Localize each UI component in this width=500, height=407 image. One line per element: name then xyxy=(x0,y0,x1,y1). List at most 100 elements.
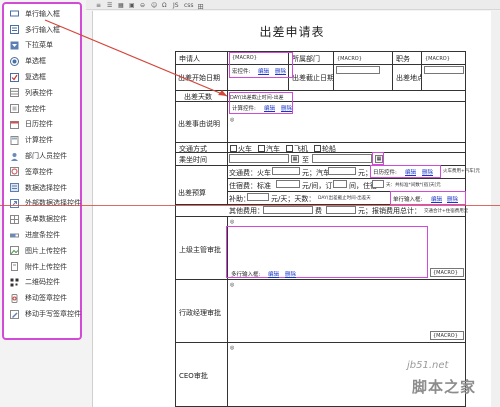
seal-icon xyxy=(10,167,19,177)
dropdown-icon xyxy=(10,41,19,50)
palette-item-single-line-input[interactable]: 单行输入框 xyxy=(4,6,80,22)
room-count-input[interactable] xyxy=(333,180,347,188)
reason-label: 出差事由说明 xyxy=(178,120,220,128)
palette-item-people[interactable]: 部门人员控件 xyxy=(4,148,80,164)
single-input-delete-link[interactable]: 删除 xyxy=(447,195,458,203)
editor-toolbar: ≡ ☰ ▦ ▣ ⊖ ☺ Ω JS css 田 xyxy=(86,0,500,11)
allowance-days-formula: DAY(出差截止时间-出差天 xyxy=(318,196,371,201)
external-data-icon xyxy=(10,198,19,208)
post-label-cell: 职务 xyxy=(392,51,422,65)
end-date-label: 出差截止日期 xyxy=(292,74,334,82)
allowance-rate-label: 元/天；天数： xyxy=(271,195,316,203)
js-button[interactable]: JS xyxy=(173,2,180,9)
page-title: 出差申请表 xyxy=(259,25,325,39)
checkbox-icon[interactable] xyxy=(230,145,237,152)
place-label-cell: 出差地点 xyxy=(392,64,424,91)
qrcode-icon xyxy=(10,278,19,287)
calendar-icon-highlight xyxy=(372,152,384,165)
end-label-cell: 出差截止日期 xyxy=(288,64,334,91)
radio-icon xyxy=(10,56,19,66)
grid-button[interactable]: 田 xyxy=(198,2,205,11)
train-fee-input[interactable] xyxy=(272,167,300,175)
list-format-icon[interactable]: ☰ xyxy=(107,2,114,9)
multi-input-delete-link[interactable]: 删除 xyxy=(285,270,296,278)
single-line-input-icon xyxy=(10,9,19,18)
palette-item-label: 计算控件 xyxy=(25,136,53,145)
stay-days-input[interactable] xyxy=(372,180,384,188)
palette-item-mobile-seal[interactable]: 移动签章控件 xyxy=(4,290,80,306)
palette-item-seal[interactable]: 签章控件 xyxy=(4,164,80,180)
single-input-edit-link[interactable]: 编辑 xyxy=(431,195,442,203)
lodging-rate-input[interactable] xyxy=(276,180,300,188)
traffic-fee-label: 交通费：火车 xyxy=(229,169,271,177)
palette-item-list[interactable]: 列表控件 xyxy=(4,85,80,101)
calendar-edit-link[interactable]: 编辑 xyxy=(405,168,416,176)
calc-delete-link[interactable]: 删除 xyxy=(281,104,292,112)
leader-approval-label: 上级主管审批 xyxy=(179,246,221,254)
link-icon[interactable]: ⊖ xyxy=(140,2,147,9)
palette-item-qrcode[interactable]: 二维码控件 xyxy=(4,275,80,291)
calendar-delete-link[interactable]: 删除 xyxy=(422,168,433,176)
start-date-label: 出差开始日期 xyxy=(178,74,220,82)
vertical-scrollbar[interactable] xyxy=(491,11,500,407)
dept-value-cell: {MACRO} xyxy=(333,51,393,65)
fee-label: 费 xyxy=(315,207,322,215)
palette-item-label: 单行输入框 xyxy=(25,9,60,18)
palette-item-image-upload[interactable]: 图片上传控件 xyxy=(4,243,80,259)
palette-item-label: 数据选择控件 xyxy=(25,183,67,192)
leader-macro-box: {MACRO} xyxy=(430,268,464,277)
emoticon-icon[interactable]: ☺ xyxy=(151,2,158,9)
special-char-button[interactable]: Ω xyxy=(162,2,169,9)
checkbox-icon[interactable] xyxy=(314,145,321,152)
macro-delete-link[interactable]: 删除 xyxy=(275,67,286,75)
dept-label: 所属部门 xyxy=(292,55,320,63)
calendar-control-label: 日历控件: xyxy=(373,170,397,176)
other-fee-amount-input[interactable] xyxy=(326,206,356,214)
palette-item-radio[interactable]: 单选框 xyxy=(4,53,80,69)
ticket-label-cell: 乘坐时间 xyxy=(175,152,228,166)
palette-item-macro[interactable]: 宏控件 xyxy=(4,101,80,117)
image-icon[interactable]: ▣ xyxy=(129,2,136,9)
mobile-seal-icon xyxy=(10,293,19,303)
total-label: 元；报销费用总计： xyxy=(358,207,421,215)
palette-item-attachment[interactable]: 附件上传控件 xyxy=(4,259,80,275)
palette-item-calculator[interactable]: 计算控件 xyxy=(4,132,80,148)
table-icon[interactable]: ▦ xyxy=(118,2,125,9)
macro-edit-link[interactable]: 编辑 xyxy=(258,67,269,75)
leader-macro: {MACRO} xyxy=(433,270,458,276)
post-macro: {MACRO} xyxy=(425,56,450,62)
calendar-icon xyxy=(10,120,19,129)
palette-item-multi-line-input[interactable]: 多行输入框 xyxy=(4,22,80,38)
admin-approval-label: 行政经理审批 xyxy=(179,309,221,317)
palette-item-progress[interactable]: 进度条控件 xyxy=(4,227,80,243)
palette-item-dropdown[interactable]: 下拉菜单 xyxy=(4,38,80,54)
palette-item-form-data[interactable]: 表单数据控件 xyxy=(4,211,80,227)
budget-label: 出差预算 xyxy=(178,189,206,197)
palette-item-data-select[interactable]: 数据选择控件 xyxy=(4,180,80,196)
palette-item-external-data[interactable]: 外部数据选择控件 xyxy=(4,196,81,212)
checkbox-icon[interactable] xyxy=(286,145,293,152)
palette-item-checkbox[interactable]: 复选框 xyxy=(4,69,80,85)
ticket-end-input[interactable] xyxy=(312,154,372,163)
other-fee-input[interactable] xyxy=(263,206,313,214)
end-date-input[interactable] xyxy=(336,66,380,74)
ticket-time-label: 乘坐时间 xyxy=(179,156,207,164)
total-formula: 交通合计+住宿费用元 xyxy=(424,209,469,214)
multi-input-edit-link[interactable]: 编辑 xyxy=(268,270,279,278)
css-button[interactable]: css xyxy=(184,2,194,9)
per-day-label: 元/间，订 xyxy=(302,182,333,190)
bus-fee-input[interactable] xyxy=(328,167,356,175)
align-icon[interactable]: ≡ xyxy=(96,2,103,9)
ceo-label-cell: CEO审批 xyxy=(175,342,228,407)
calc-edit-link[interactable]: 编辑 xyxy=(264,104,275,112)
palette-item-calendar[interactable]: 日历控件 xyxy=(4,117,80,133)
place-input[interactable] xyxy=(424,66,464,74)
calendar-picker-icon[interactable]: ▦ xyxy=(291,155,299,163)
checkbox-icon[interactable] xyxy=(258,145,265,152)
palette-item-label: 单选框 xyxy=(25,57,46,66)
palette-item-handwrite-seal[interactable]: 移动手写签章控件 xyxy=(4,306,81,322)
admin-macro: {MACRO} xyxy=(433,333,458,339)
leader-label-cell: 上级主管审批 xyxy=(175,216,228,280)
allowance-rate-input[interactable] xyxy=(247,193,269,201)
ticket-start-input[interactable] xyxy=(229,154,289,163)
